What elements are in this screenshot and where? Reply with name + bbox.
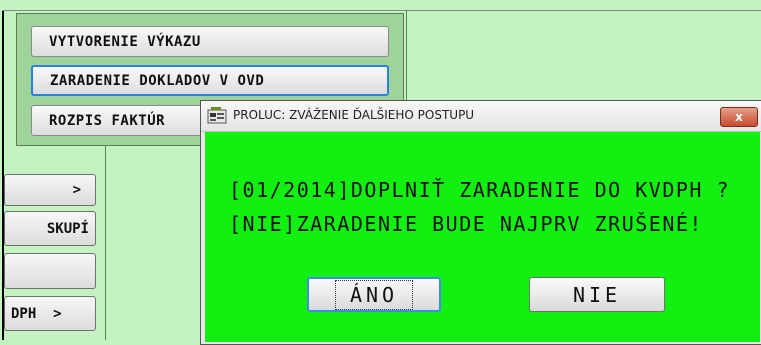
window-border-top [2, 10, 761, 11]
menu-item-assign-documents-label: ZARADENIE DOKLADOV V OVD [50, 72, 265, 89]
dialog-message-line-2: [NIE]ZARADENIE BUDE NAJPRV ZRUŠENÉ! [229, 212, 703, 236]
dialog-message-line-1: [01/2014]DOPLNIŤ ZARADENIE DO KVDPH ? [229, 178, 731, 202]
confirm-dialog: PROLUC: ZVÁŽENIE ĎALŠIEHO POSTUPU x [01/… [200, 100, 761, 345]
side-button-next[interactable]: > [4, 174, 96, 206]
yes-button-label: ÁNO [334, 279, 414, 310]
dialog-titlebar[interactable]: PROLUC: ZVÁŽENIE ĎALŠIEHO POSTUPU x [201, 101, 761, 132]
app-icon [207, 107, 227, 125]
side-button-blank[interactable] [4, 253, 96, 289]
side-button-next-label: > [72, 182, 81, 198]
menu-item-create-report-label: VYTVORENIE VÝKAZU [49, 33, 201, 50]
yes-button[interactable]: ÁNO [307, 277, 441, 312]
close-button[interactable]: x [720, 107, 758, 127]
column-divider [105, 146, 106, 340]
dialog-content: [01/2014]DOPLNIŤ ZARADENIE DO KVDPH ? [N… [205, 132, 760, 342]
menu-item-invoice-breakdown-label: ROZPIS FAKTÚR [49, 112, 166, 129]
side-button-vat[interactable]: DPH > [4, 296, 96, 331]
panel-border-right [406, 10, 407, 100]
side-button-vat-label: DPH > [11, 305, 62, 322]
dialog-title: PROLUC: ZVÁŽENIE ĎALŠIEHO POSTUPU [233, 108, 475, 122]
no-button-label: NIE [572, 282, 622, 307]
close-icon: x [735, 110, 743, 124]
side-button-groups[interactable]: SKUPÍ [4, 211, 96, 246]
side-button-groups-label: SKUPÍ [46, 220, 89, 237]
menu-item-create-report[interactable]: VYTVORENIE VÝKAZU [31, 26, 389, 57]
no-button[interactable]: NIE [529, 277, 665, 312]
menu-item-assign-documents[interactable]: ZARADENIE DOKLADOV V OVD [31, 65, 389, 96]
